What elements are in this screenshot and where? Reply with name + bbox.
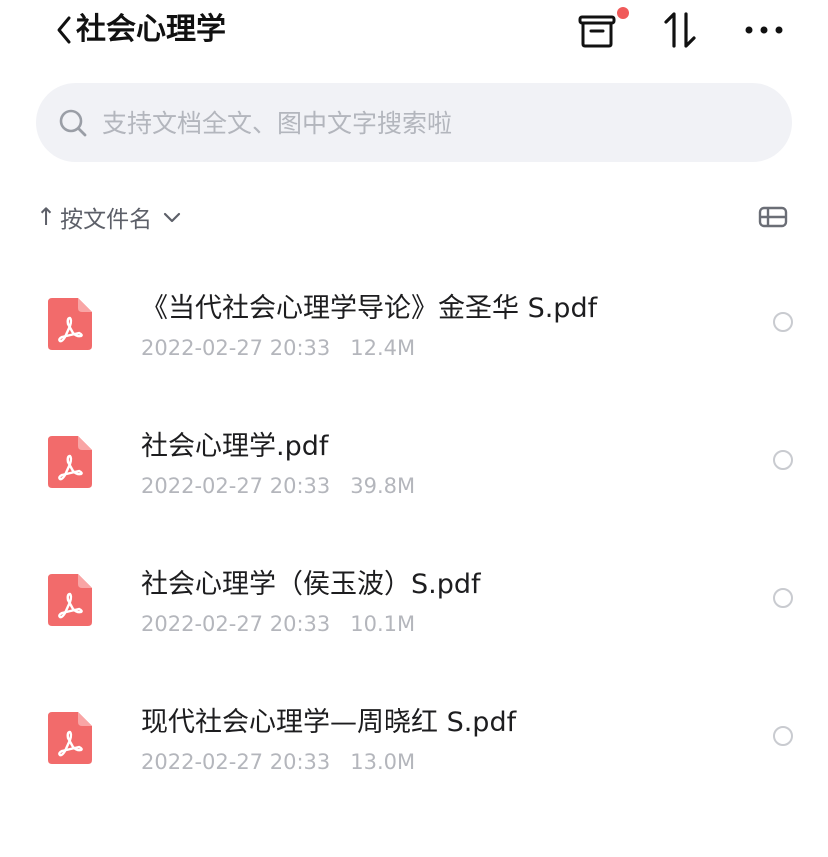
sort-arrows-icon	[664, 12, 696, 48]
list-view-icon	[758, 206, 788, 228]
file-size: 13.0M	[350, 750, 416, 774]
file-name: 现代社会心理学—周晓红 S.pdf	[141, 707, 517, 738]
more-options-button[interactable]	[740, 8, 788, 52]
notification-badge	[617, 7, 629, 19]
chevron-left-icon	[57, 16, 71, 44]
file-name: 《当代社会心理学导论》金圣华 S.pdf	[141, 293, 598, 324]
sort-selector[interactable]: ↑ 按文件名	[36, 197, 182, 237]
file-list: 《当代社会心理学导论》金圣华 S.pdf 2022-02-27 20:33 12.…	[0, 258, 828, 810]
file-meta: 2022-02-27 20:33 39.8M	[141, 474, 415, 498]
file-date: 2022-02-27 20:33	[141, 474, 331, 498]
sort-direction-arrow: ↑	[36, 203, 57, 231]
page-title: 社会心理学	[76, 12, 226, 47]
select-checkbox[interactable]	[773, 726, 793, 746]
sort-label: 按文件名	[60, 207, 153, 233]
file-size: 12.4M	[350, 336, 416, 360]
pdf-file-icon	[48, 574, 92, 626]
select-checkbox[interactable]	[773, 588, 793, 608]
pdf-file-icon	[48, 712, 92, 764]
recycle-bin-icon	[578, 15, 616, 48]
pdf-file-icon	[48, 298, 92, 350]
file-size: 10.1M	[350, 612, 416, 636]
back-button[interactable]	[50, 10, 78, 50]
top-bar: 社会心理学	[0, 0, 828, 62]
view-mode-button[interactable]	[756, 201, 790, 233]
file-meta: 2022-02-27 20:33 12.4M	[141, 336, 415, 360]
search-icon	[59, 109, 87, 137]
select-checkbox[interactable]	[773, 312, 793, 332]
file-row[interactable]: 社会心理学（侯玉波）S.pdf 2022-02-27 20:33 10.1M	[0, 534, 828, 672]
select-checkbox[interactable]	[773, 450, 793, 470]
file-date: 2022-02-27 20:33	[141, 612, 331, 636]
more-dots-icon	[745, 26, 783, 34]
search-bar[interactable]	[36, 83, 792, 164]
file-row[interactable]: 现代社会心理学—周晓红 S.pdf 2022-02-27 20:33 13.0M	[0, 672, 828, 810]
file-name: 社会心理学（侯玉波）S.pdf	[141, 569, 481, 600]
file-name: 社会心理学.pdf	[141, 431, 329, 462]
recycle-bin-button[interactable]	[573, 8, 621, 52]
file-meta: 2022-02-27 20:33 13.0M	[141, 750, 415, 774]
file-meta: 2022-02-27 20:33 10.1M	[141, 612, 415, 636]
file-row[interactable]: 社会心理学.pdf 2022-02-27 20:33 39.8M	[0, 396, 828, 534]
file-date: 2022-02-27 20:33	[141, 750, 331, 774]
file-row[interactable]: 《当代社会心理学导论》金圣华 S.pdf 2022-02-27 20:33 12.…	[0, 258, 828, 396]
search-input[interactable]	[100, 83, 764, 164]
file-size: 39.8M	[350, 474, 416, 498]
file-date: 2022-02-27 20:33	[141, 336, 331, 360]
sort-order-button[interactable]	[656, 8, 704, 52]
pdf-file-icon	[48, 436, 92, 488]
chevron-down-icon	[164, 212, 181, 223]
